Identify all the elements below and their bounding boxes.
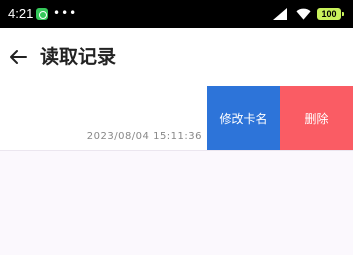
chat-bubble-icon bbox=[36, 8, 48, 20]
status-bar: 4:21 ••• 100 bbox=[0, 0, 353, 28]
wifi-icon bbox=[296, 8, 311, 20]
arrow-left-icon bbox=[10, 50, 27, 64]
delete-button[interactable]: 删除 bbox=[280, 86, 353, 150]
battery-indicator: 100 bbox=[317, 8, 344, 20]
rename-card-button[interactable]: 修改卡名 bbox=[207, 86, 280, 150]
record-timestamp: 2023/08/04 15:11:36 bbox=[86, 131, 202, 142]
status-time: 4:21 bbox=[8, 6, 34, 21]
page-title: 读取记录 bbox=[40, 46, 117, 68]
status-more-indicator: ••• bbox=[53, 6, 78, 20]
record-row[interactable]: 2023/08/04 15:11:36 修改卡名 删除 bbox=[0, 86, 353, 150]
back-button[interactable] bbox=[6, 45, 30, 69]
signal-icon bbox=[273, 8, 287, 20]
list-background bbox=[0, 151, 353, 255]
app-bar: 读取记录 bbox=[0, 28, 353, 86]
